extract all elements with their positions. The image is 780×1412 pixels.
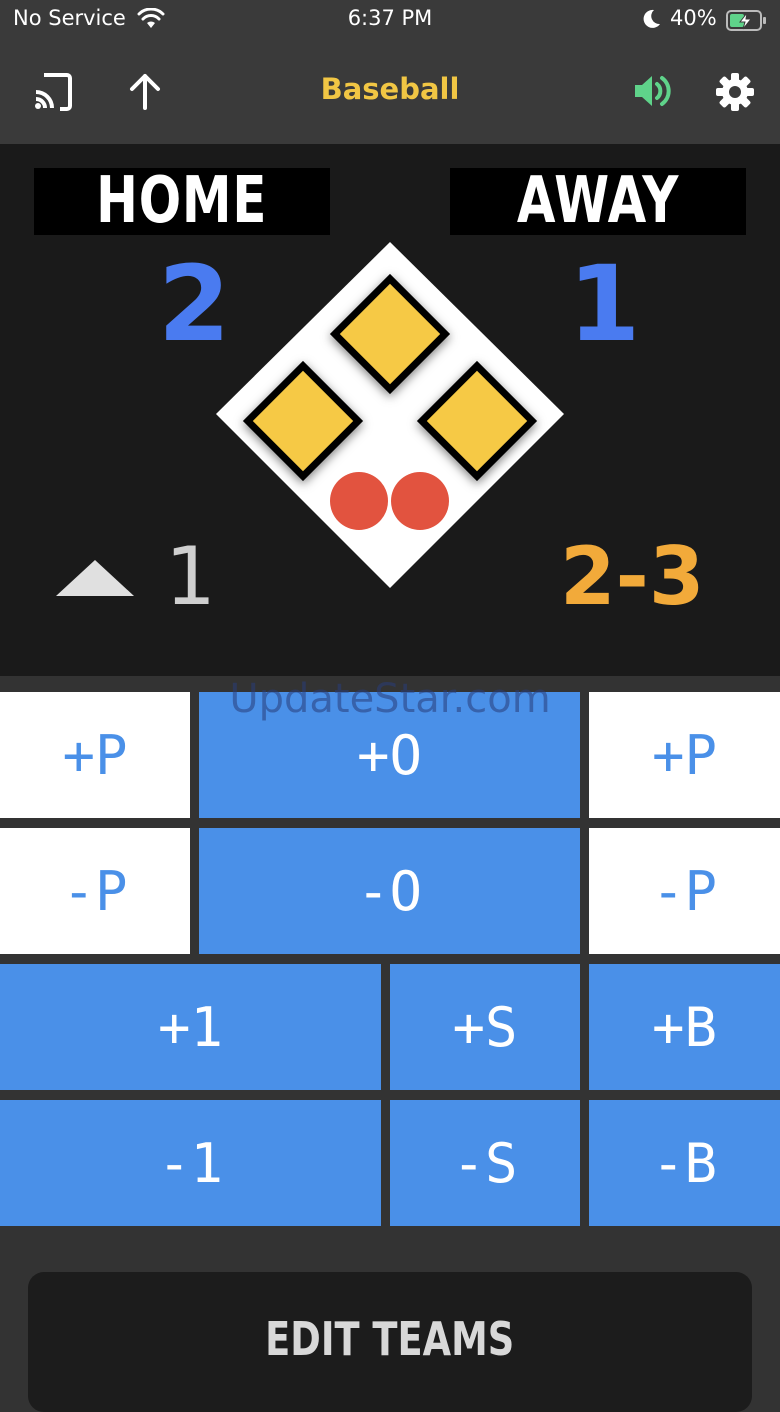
minus-strike-button[interactable]: -S bbox=[390, 1100, 580, 1226]
status-bar: No Service 6:37 PM 40% bbox=[0, 0, 780, 42]
inning-number: 1 bbox=[165, 530, 216, 623]
gear-icon[interactable] bbox=[715, 72, 755, 116]
minus-1-button[interactable]: -1 bbox=[0, 1100, 381, 1226]
away-score: 1 bbox=[568, 243, 641, 365]
away-team-label[interactable]: AWAY bbox=[450, 168, 746, 235]
plus-1-button[interactable]: +1 bbox=[0, 964, 381, 1090]
home-minus-p-button[interactable]: -P bbox=[0, 828, 190, 954]
home-plus-p-button[interactable]: +P bbox=[0, 692, 190, 818]
home-team-label[interactable]: HOME bbox=[34, 168, 330, 235]
base-diamond bbox=[216, 242, 564, 588]
battery-percent: 40% bbox=[670, 6, 717, 30]
speaker-icon[interactable] bbox=[632, 72, 672, 114]
edit-teams-button[interactable]: EDIT TEAMS bbox=[28, 1272, 752, 1412]
plus-out-button[interactable]: +O bbox=[199, 692, 580, 818]
ball-strike-count: 2-3 bbox=[560, 530, 705, 623]
minus-ball-button[interactable]: -B bbox=[589, 1100, 780, 1226]
out-indicator-2 bbox=[391, 472, 449, 530]
inning-top-triangle-icon bbox=[56, 560, 134, 596]
toolbar: Baseball bbox=[0, 42, 780, 144]
edit-teams-label: EDIT TEAMS bbox=[265, 1312, 515, 1366]
out-indicator-1 bbox=[330, 472, 388, 530]
clock: 6:37 PM bbox=[347, 6, 433, 30]
moon-icon bbox=[640, 8, 662, 34]
minus-out-button[interactable]: -O bbox=[199, 828, 580, 954]
plus-ball-button[interactable]: +B bbox=[589, 964, 780, 1090]
away-plus-p-button[interactable]: +P bbox=[589, 692, 780, 818]
plus-strike-button[interactable]: +S bbox=[390, 964, 580, 1090]
scoreboard: HOME AWAY 2 1 1 2-3 bbox=[0, 144, 780, 676]
battery-charging-icon bbox=[726, 10, 768, 36]
away-minus-p-button[interactable]: -P bbox=[589, 828, 780, 954]
